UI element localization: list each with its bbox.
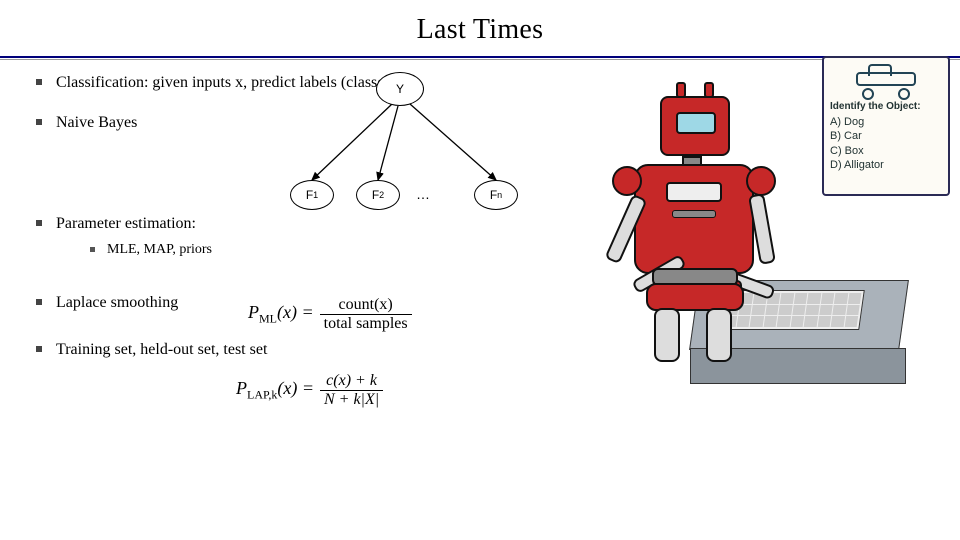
node-label-f: F [372,188,379,202]
node-f1: F1 [290,180,334,210]
option-b: B) Car [830,129,942,143]
naive-bayes-diagram: Y F1 F2 … Fn [280,68,540,228]
bullet-icon [36,346,42,352]
node-fn: Fn [474,180,518,210]
formula-lhs: PLAP,k(x) = [236,378,314,403]
p-arg: (x) = [277,378,314,398]
slide-title: Last Times [0,0,960,56]
node-label: Y [396,82,404,96]
whiteboard: Identify the Object: A) Dog B) Car C) Bo… [822,56,950,196]
formula-mle: PML(x) = count(x) total samples [248,296,412,333]
bullet-icon [36,220,42,226]
car-drawing-icon [852,66,920,96]
denominator: N + k|X| [320,391,383,409]
robot-icon [554,110,794,370]
bullet-icon [36,79,42,85]
node-y: Y [376,72,424,106]
content-area: Classification: given inputs x, predict … [0,60,960,532]
fraction: count(x) total samples [320,296,412,333]
option-c: C) Box [830,144,942,158]
bullet-icon [90,247,95,252]
robot-illustration: Identify the Object: A) Dog B) Car C) Bo… [564,60,954,430]
option-a: A) Dog [830,115,942,129]
p-symbol: P [236,378,247,398]
numerator: count(x) [335,296,397,314]
fraction: c(x) + k N + k|X| [320,372,383,409]
p-subscript: ML [259,312,277,326]
p-subscript: LAP,k [247,388,277,402]
node-label-f: F [306,188,313,202]
bullet-icon [36,299,42,305]
node-label-sub: 2 [379,190,384,200]
formula-lhs: PML(x) = [248,302,314,327]
p-arg: (x) = [277,302,314,322]
node-label-f: F [490,188,497,202]
whiteboard-prompt: Identify the Object: [830,100,942,113]
denominator: total samples [320,315,412,333]
bullet-icon [36,119,42,125]
node-label-sub: n [497,190,502,200]
bullet-text-label: Parameter estimation: [56,215,196,232]
sub-bullet-text: MLE, MAP, priors [107,241,212,260]
slide: Last Times Classification: given inputs … [0,0,960,540]
node-ellipsis: … [416,186,432,202]
node-f2: F2 [356,180,400,210]
rule-top [0,56,960,58]
numerator: c(x) + k [322,372,381,390]
option-d: D) Alligator [830,158,942,172]
node-label-sub: 1 [313,190,318,200]
formula-laplace: PLAP,k(x) = c(x) + k N + k|X| [236,372,383,409]
p-symbol: P [248,302,259,322]
